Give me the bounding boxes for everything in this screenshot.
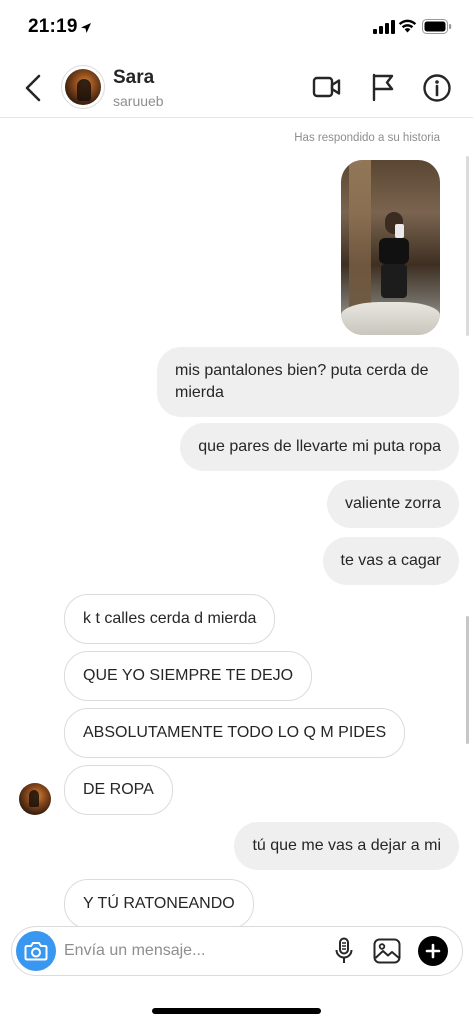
back-button[interactable] <box>16 68 50 108</box>
story-thumbnail[interactable] <box>341 160 440 335</box>
gallery-button[interactable] <box>372 936 402 966</box>
info-icon <box>423 74 451 102</box>
cellular-signal-icon <box>373 20 395 39</box>
wifi-icon <box>398 19 417 38</box>
contact-username: saruueb <box>113 93 164 109</box>
plus-icon <box>425 943 441 959</box>
contact-name[interactable]: Sara <box>113 67 154 89</box>
sender-avatar[interactable] <box>19 783 51 815</box>
scrollbar-track <box>466 156 469 336</box>
flag-icon <box>372 73 394 102</box>
message-bubble-incoming[interactable]: ABSOLUTAMENTE TODO LO Q M PIDES <box>64 708 406 758</box>
message-bubble-outgoing[interactable]: que pares de llevarte mi puta ropa <box>180 423 459 471</box>
message-bubble-outgoing[interactable]: valiente zorra <box>326 480 459 528</box>
message-composer <box>11 926 463 976</box>
message-bubble-incoming[interactable]: DE ROPA <box>64 765 173 815</box>
scrollbar-thumb[interactable] <box>466 616 469 744</box>
more-options-button[interactable] <box>418 936 448 966</box>
contact-avatar[interactable] <box>61 65 105 109</box>
location-arrow-icon <box>80 21 92 39</box>
message-bubble-outgoing[interactable]: tú que me vas a dejar a mi <box>234 822 459 870</box>
story-reply-label: Has respondido a su historia <box>294 132 440 144</box>
status-time: 21:19 <box>28 16 78 37</box>
voice-message-button[interactable] <box>330 936 358 966</box>
microphone-icon <box>335 937 353 963</box>
camera-button[interactable] <box>16 931 56 971</box>
back-chevron-icon <box>25 74 41 102</box>
home-indicator[interactable] <box>152 1008 321 1014</box>
message-bubble-incoming[interactable]: QUE YO SIEMPRE TE DEJO <box>64 651 313 701</box>
camera-icon <box>24 942 48 961</box>
info-button[interactable] <box>420 71 454 105</box>
battery-icon <box>422 19 452 39</box>
message-bubble-outgoing[interactable]: te vas a cagar <box>322 537 459 585</box>
message-thread[interactable]: Has respondido a su historia mis pantalo… <box>0 118 473 929</box>
status-bar: 21:19 <box>0 0 473 56</box>
message-bubble-outgoing[interactable]: mis pantalones bien? puta cerda de mierd… <box>157 347 459 417</box>
message-bubble-incoming[interactable]: k t calles cerda d mierda <box>64 594 276 644</box>
video-call-button[interactable] <box>310 72 344 102</box>
gallery-icon <box>373 938 401 964</box>
message-input[interactable] <box>64 940 324 962</box>
report-flag-button[interactable] <box>368 71 398 103</box>
chat-header: Sara saruueb <box>0 56 473 118</box>
video-camera-icon <box>312 76 341 98</box>
message-bubble-incoming[interactable]: Y TÚ RATONEANDO <box>64 879 254 929</box>
